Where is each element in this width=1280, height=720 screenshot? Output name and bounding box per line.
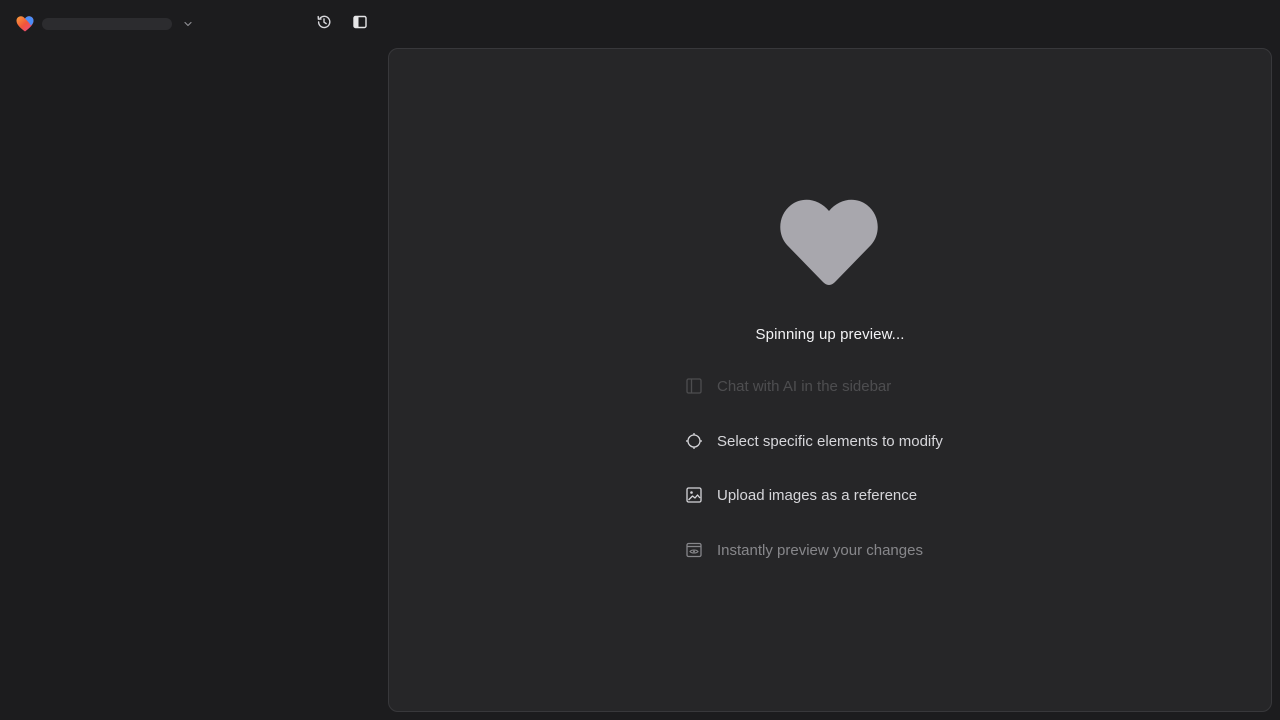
project-name-placeholder[interactable]: [42, 18, 172, 30]
chevron-down-icon[interactable]: [180, 16, 196, 32]
heart-gradient-logo-icon[interactable]: [15, 14, 35, 34]
heart-icon: [779, 197, 879, 287]
tip-label: Chat with AI in the sidebar: [717, 377, 892, 395]
preview-panel: Spinning up preview... Chat with AI in t…: [388, 48, 1272, 712]
tip-upload-images: Upload images as a reference: [684, 483, 917, 507]
tip-label: Instantly preview your changes: [717, 541, 923, 559]
image-icon: [684, 485, 704, 505]
sidebar-toggle-icon: [352, 14, 368, 35]
history-icon: [316, 14, 332, 35]
sidebar-toggle-button[interactable]: [348, 12, 372, 36]
tip-instant-preview: Instantly preview your changes: [684, 538, 923, 562]
status-text: Spinning up preview...: [755, 326, 905, 343]
chat-sidebar: [0, 48, 388, 720]
tip-label: Upload images as a reference: [717, 486, 918, 504]
sidebar-panel-icon: [684, 376, 704, 396]
crosshair-icon: [684, 431, 704, 451]
top-bar: [0, 0, 388, 48]
tip-select-elements: Select specific elements to modify: [684, 429, 943, 453]
tip-label: Select specific elements to modify: [717, 432, 943, 450]
eye-window-icon: [684, 540, 704, 560]
history-button[interactable]: [312, 12, 336, 36]
tip-chat-sidebar: Chat with AI in the sidebar: [684, 374, 891, 398]
